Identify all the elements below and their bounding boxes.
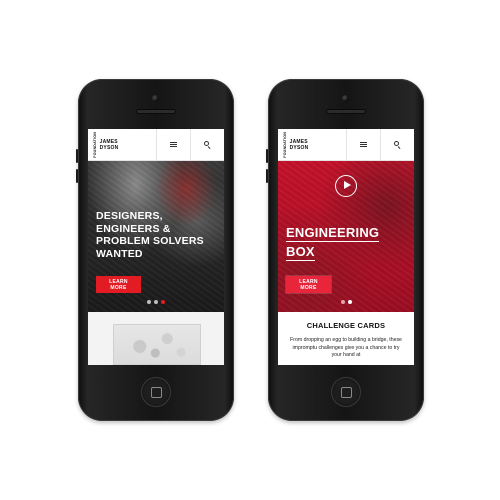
menu-button[interactable]	[156, 129, 190, 160]
volume-button	[76, 149, 78, 163]
search-button[interactable]	[380, 129, 414, 160]
volume-button	[266, 169, 268, 183]
earpiece	[136, 109, 176, 114]
camera-icon	[152, 95, 159, 102]
headline-line: ENGINEERS &	[96, 222, 171, 235]
learn-more-button[interactable]: LEARN MORE	[286, 276, 331, 293]
logo-vertical-text: FOUNDATION	[283, 131, 287, 158]
hero-headline: ENGINEERING BOX	[286, 225, 380, 263]
section-title: CHALLENGE CARDS	[306, 321, 386, 330]
challenge-cards-section: CHALLENGE CARDS From dropping an egg to …	[278, 312, 414, 365]
carousel-dots	[88, 300, 224, 304]
camera-icon	[342, 95, 349, 102]
screen: FOUNDATION JAMES DYSON DESIGNERS, ENGINE…	[88, 129, 224, 365]
phone-left: FOUNDATION JAMES DYSON DESIGNERS, ENGINE…	[76, 79, 234, 421]
hero-carousel[interactable]: DESIGNERS, ENGINEERS & PROBLEM SOLVERS W…	[88, 161, 224, 312]
hamburger-icon	[170, 142, 177, 147]
carousel-dot[interactable]	[340, 300, 345, 304]
logo[interactable]: FOUNDATION JAMES DYSON	[278, 129, 346, 160]
play-icon	[344, 181, 351, 189]
headline-line: PROBLEM SOLVERS	[96, 235, 204, 247]
content-preview	[88, 312, 224, 365]
section-body: From dropping an egg to building a bridg…	[290, 337, 402, 358]
site-header: FOUNDATION JAMES DYSON	[278, 129, 414, 161]
hero-carousel[interactable]: ENGINEERING BOX LEARN MORE	[278, 161, 414, 312]
volume-button	[76, 169, 78, 183]
carousel-dots	[278, 300, 414, 304]
logo-line-2: DYSON	[99, 144, 119, 151]
search-button[interactable]	[190, 129, 224, 160]
carousel-dot-active[interactable]	[347, 300, 352, 304]
headline-line: DESIGNERS,	[96, 210, 163, 222]
carousel-dot[interactable]	[147, 300, 151, 304]
home-button[interactable]	[141, 377, 171, 407]
site-header: FOUNDATION JAMES DYSON	[88, 129, 224, 161]
hero-headline: DESIGNERS, ENGINEERS & PROBLEM SOLVERS W…	[96, 210, 218, 260]
headline-line: ENGINEERING	[286, 225, 380, 242]
hamburger-icon	[360, 142, 367, 147]
logo-vertical-text: FOUNDATION	[93, 131, 97, 158]
play-button[interactable]	[335, 175, 357, 197]
phone-right: FOUNDATION JAMES DYSON ENGINEERING BOX L…	[266, 79, 424, 421]
menu-button[interactable]	[346, 129, 380, 160]
search-icon	[394, 141, 401, 149]
carousel-dot[interactable]	[154, 300, 158, 304]
headline-line: BOX	[286, 244, 315, 261]
home-icon	[151, 387, 162, 398]
home-icon	[341, 387, 352, 398]
home-button[interactable]	[331, 377, 361, 407]
volume-button	[266, 149, 268, 163]
logo[interactable]: FOUNDATION JAMES DYSON	[88, 129, 156, 160]
screen: FOUNDATION JAMES DYSON ENGINEERING BOX L…	[278, 129, 414, 365]
logo-line-2: DYSON	[289, 144, 309, 151]
search-icon	[204, 141, 211, 149]
carousel-dot-active[interactable]	[161, 300, 165, 304]
headline-line: WANTED	[96, 247, 143, 260]
earpiece	[326, 109, 366, 114]
content-thumbnail[interactable]	[113, 324, 201, 365]
learn-more-button[interactable]: LEARN MORE	[96, 276, 141, 293]
